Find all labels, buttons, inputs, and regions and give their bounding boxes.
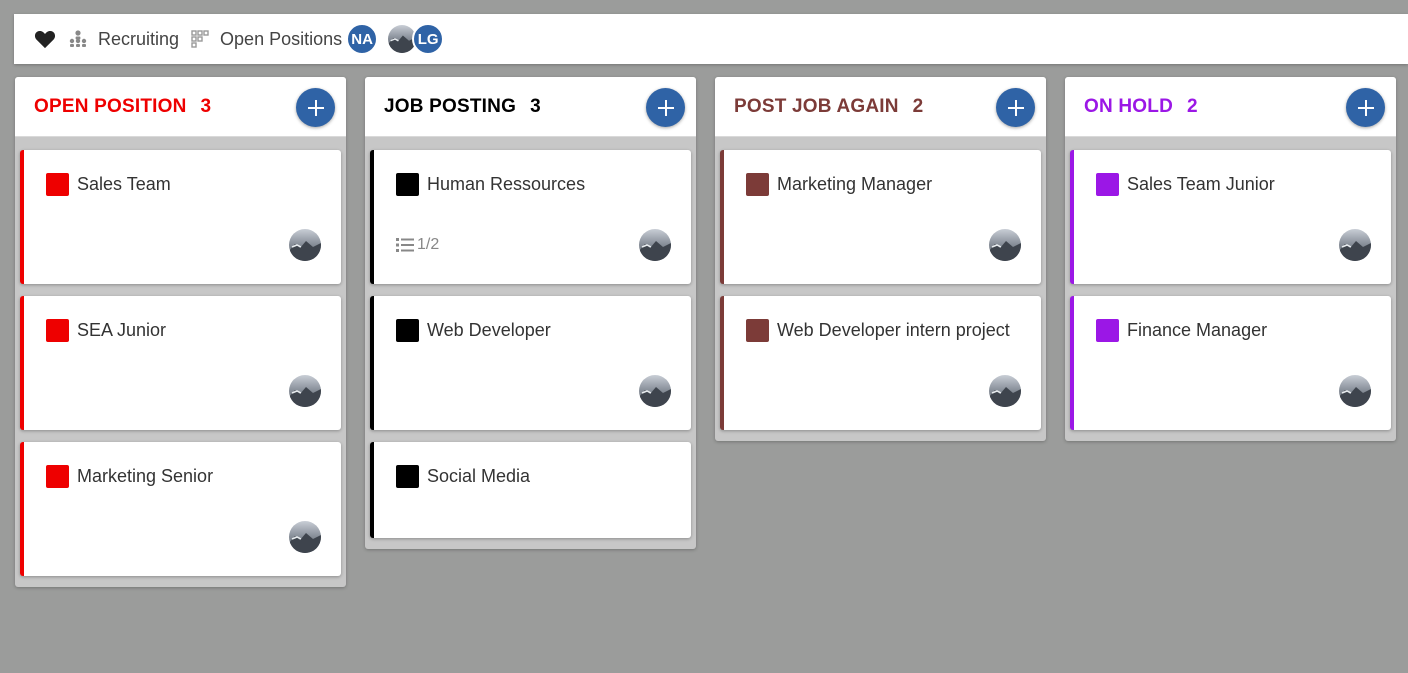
card-title: SEA Junior — [77, 320, 167, 340]
column-header: ON HOLD 2 — [1065, 77, 1396, 137]
card-title: Social Media — [427, 466, 531, 486]
kanban-card[interactable]: Marketing Manager — [720, 150, 1041, 284]
top-bar: Recruiting Open Positions NA LG — [14, 14, 1408, 64]
card-list: Marketing Manager Web Developer intern p… — [715, 137, 1046, 441]
checklist-count: 1/2 — [417, 236, 440, 253]
card-avatar[interactable] — [989, 375, 1021, 407]
checklist-progress: 1/2 — [396, 236, 439, 254]
column-count: 3 — [530, 95, 541, 117]
color-tag — [46, 319, 69, 342]
kanban-card[interactable]: Sales Team Junior — [1070, 150, 1391, 284]
card-title: Web Developer intern project — [777, 320, 1010, 340]
plus-icon — [307, 99, 324, 116]
card-avatar[interactable] — [639, 229, 671, 261]
column-header: JOB POSTING 3 — [365, 77, 696, 137]
card-avatar[interactable] — [1339, 375, 1371, 407]
kanban-card[interactable]: SEA Junior — [20, 296, 341, 430]
column-title[interactable]: OPEN POSITION — [34, 96, 187, 118]
color-tag — [746, 319, 769, 342]
kanban-column: POST JOB AGAIN 2 Marketing Manager Web D… — [715, 77, 1046, 441]
kanban-card[interactable]: Web Developer — [370, 296, 691, 430]
column-count: 2 — [912, 95, 924, 117]
column-title[interactable]: POST JOB AGAIN — [734, 96, 899, 118]
avatar-initials: LG — [417, 30, 439, 48]
avatar-initials: NA — [351, 30, 373, 48]
color-tag — [396, 173, 419, 196]
color-tag — [396, 465, 419, 488]
kanban-card[interactable]: Web Developer intern project — [720, 296, 1041, 430]
plus-icon — [1007, 99, 1024, 116]
breadcrumb-project[interactable]: Recruiting — [98, 29, 179, 50]
kanban-column: OPEN POSITION 3 Sales Team SEA Junior Ma… — [15, 77, 346, 587]
column-count: 2 — [1187, 95, 1198, 117]
add-card-button[interactable] — [646, 88, 685, 127]
kanban-card[interactable]: Marketing Senior — [20, 442, 341, 576]
card-avatar[interactable] — [989, 229, 1021, 261]
color-tag — [396, 319, 419, 342]
card-list: Sales Team Junior Finance Manager — [1065, 137, 1396, 441]
card-list: Human Ressources 1/2 Web Developer Socia… — [365, 137, 696, 549]
plus-icon — [657, 99, 674, 116]
member-avatars: NA LG — [346, 23, 445, 55]
card-title: Sales Team Junior — [1127, 174, 1275, 194]
color-tag — [1096, 319, 1119, 342]
color-tag — [46, 173, 69, 196]
column-count: 3 — [200, 95, 212, 117]
color-tag — [46, 465, 69, 488]
card-avatar[interactable] — [639, 375, 671, 407]
kanban-column: ON HOLD 2 Sales Team Junior Finance Mana… — [1065, 77, 1396, 441]
heart-icon[interactable] — [34, 28, 56, 50]
card-title: Marketing Senior — [77, 466, 214, 486]
add-card-button[interactable] — [296, 88, 335, 127]
card-avatar[interactable] — [289, 229, 321, 261]
breadcrumb-stage[interactable]: Open Positions — [220, 29, 342, 50]
card-title: Web Developer — [427, 320, 551, 340]
kanban-card[interactable]: Social Media — [370, 442, 691, 538]
color-tag — [1096, 173, 1119, 196]
column-title[interactable]: ON HOLD — [1084, 96, 1173, 118]
column-header: POST JOB AGAIN 2 — [715, 77, 1046, 137]
avatar[interactable]: NA — [346, 23, 379, 55]
org-chart-icon — [68, 29, 88, 49]
color-tag — [746, 173, 769, 196]
card-avatar[interactable] — [1339, 229, 1371, 261]
column-title[interactable]: JOB POSTING — [384, 96, 516, 118]
plus-icon — [1357, 99, 1374, 116]
kanban-column: JOB POSTING 3 Human Ressources 1/2 Web D… — [365, 77, 696, 549]
kanban-card[interactable]: Finance Manager — [1070, 296, 1391, 430]
card-list: Sales Team SEA Junior Marketing Senior — [15, 137, 346, 587]
card-avatar[interactable] — [289, 375, 321, 407]
card-title: Finance Manager — [1127, 320, 1268, 340]
add-card-button[interactable] — [996, 88, 1035, 127]
kanban-card[interactable]: Human Ressources 1/2 — [370, 150, 691, 284]
card-title: Sales Team — [77, 174, 171, 194]
kanban-card[interactable]: Sales Team — [20, 150, 341, 284]
card-title: Marketing Manager — [777, 174, 933, 194]
card-avatar[interactable] — [289, 521, 321, 553]
add-card-button[interactable] — [1346, 88, 1385, 127]
column-header: OPEN POSITION 3 — [15, 77, 346, 137]
avatar[interactable]: LG — [412, 23, 445, 55]
card-title: Human Ressources — [427, 174, 586, 194]
checklist-icon — [396, 238, 414, 252]
grid-icon — [191, 29, 211, 49]
